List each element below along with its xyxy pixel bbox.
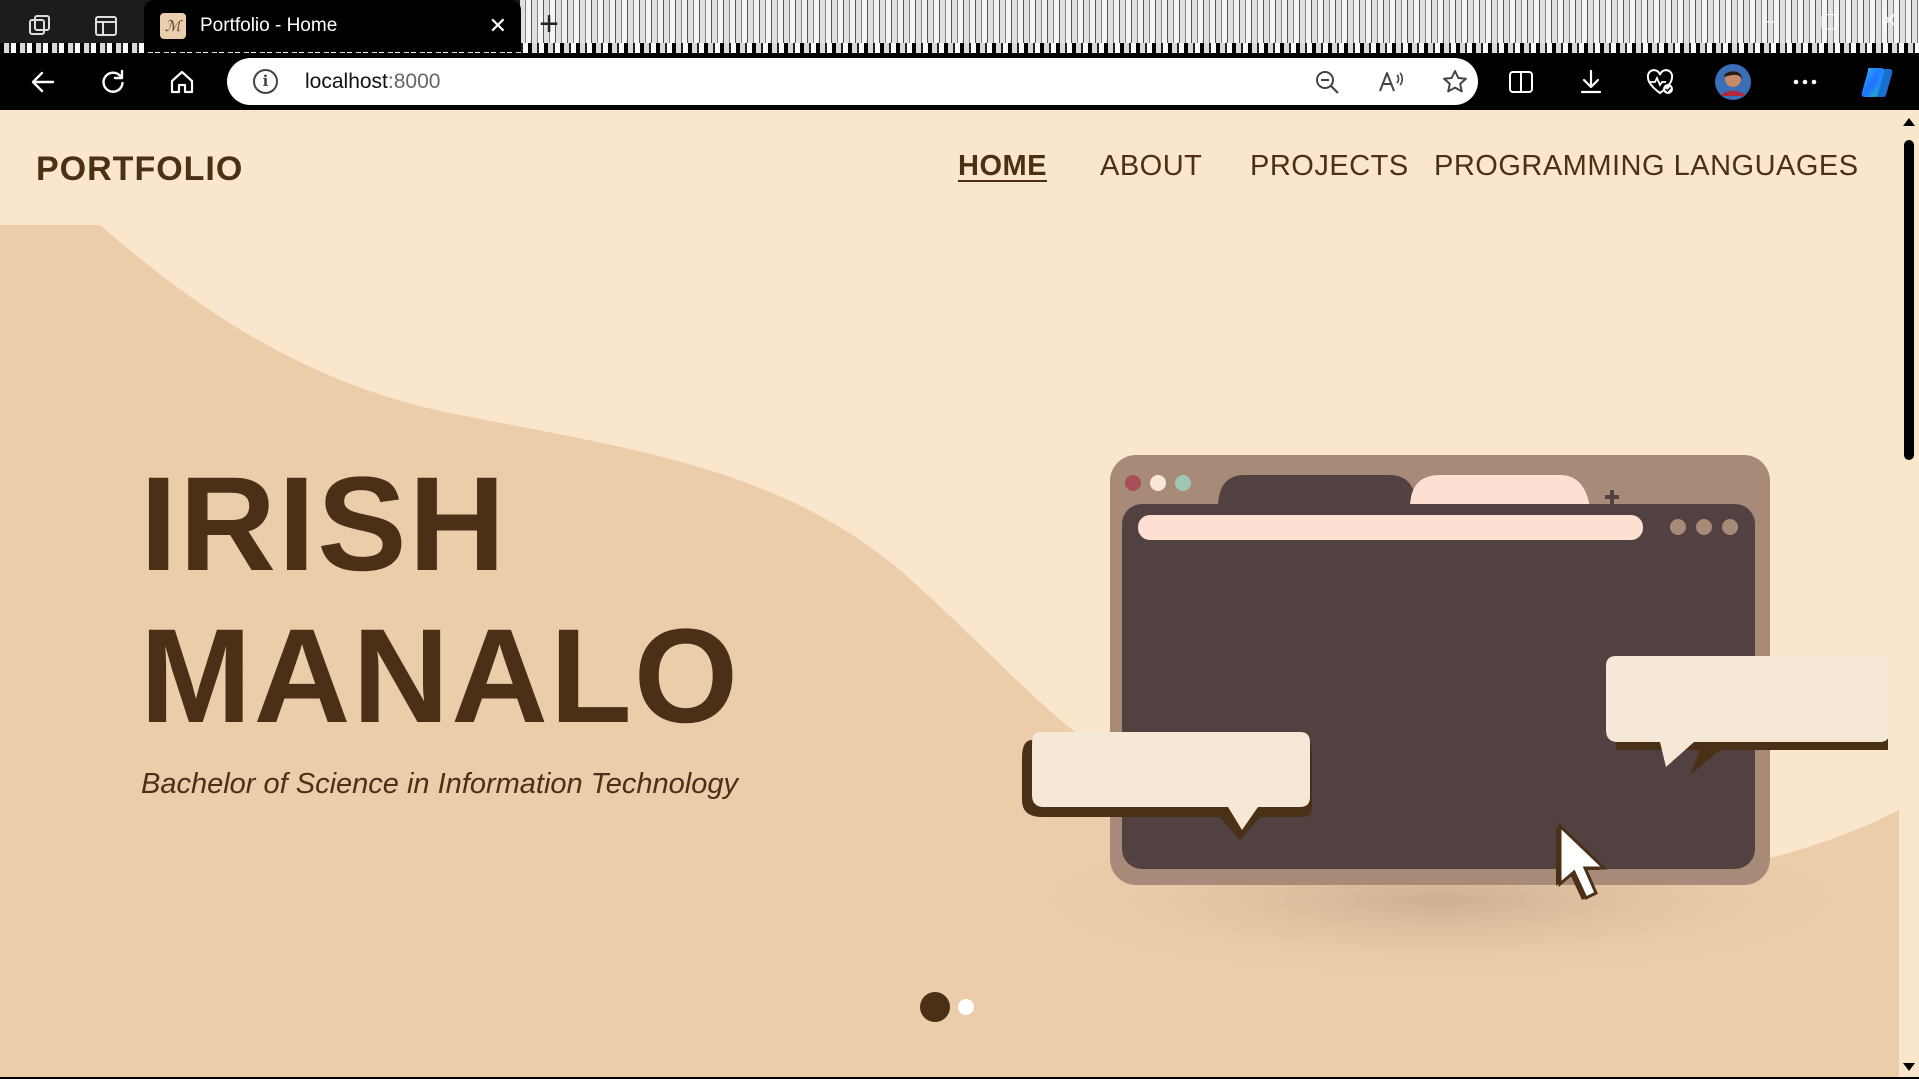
favicon-icon: ℳ (160, 13, 186, 39)
browser-essentials-icon[interactable] (1641, 63, 1679, 101)
scroll-down-arrow[interactable] (1903, 1063, 1915, 1071)
url-text[interactable]: localhost:8000 (305, 70, 440, 94)
tab-portfolio-home[interactable]: ℳ Portfolio - Home ✕ (144, 0, 521, 52)
read-aloud-icon[interactable] (1375, 66, 1407, 98)
page-scrollbar[interactable] (1899, 110, 1919, 1079)
illustration-tab-light (1410, 475, 1590, 508)
browser-chat-illustration (1020, 455, 1890, 980)
copilot-icon[interactable] (1858, 63, 1896, 101)
downloads-icon[interactable] (1572, 63, 1610, 101)
hero-last-name: MANALO (140, 602, 741, 751)
carousel-dot-1[interactable] (920, 992, 950, 1022)
site-info-icon[interactable]: i (253, 69, 278, 94)
site-navbar: PORTFOLIO HOME ABOUT PROJECTS PROGRAMMIN… (0, 110, 1899, 225)
favorite-star-icon[interactable] (1439, 66, 1471, 98)
window-dot-red (1125, 475, 1141, 491)
site-logo[interactable]: PORTFOLIO (36, 150, 243, 189)
hero-subtitle: Bachelor of Science in Information Techn… (141, 768, 739, 800)
carousel-indicators (920, 992, 974, 1022)
back-icon[interactable] (24, 63, 62, 101)
split-screen-icon[interactable] (1502, 63, 1540, 101)
browser-toolbar: i localhost:8000 (0, 53, 1919, 110)
scroll-thumb[interactable] (1904, 140, 1914, 460)
new-tab-button[interactable]: + (533, 7, 565, 41)
page-viewport: PORTFOLIO HOME ABOUT PROJECTS PROGRAMMIN… (0, 110, 1899, 1079)
profile-avatar[interactable] (1714, 63, 1752, 101)
address-bar[interactable]: i localhost:8000 (227, 58, 1478, 105)
nav-projects[interactable]: PROJECTS (1250, 150, 1409, 183)
zoom-out-icon[interactable] (1311, 66, 1343, 98)
workspaces-icon[interactable] (24, 10, 56, 42)
refresh-icon[interactable] (94, 63, 132, 101)
nav-home[interactable]: HOME (958, 150, 1047, 183)
nav-programming-languages[interactable]: PROGRAMMING LANGUAGES (1434, 150, 1859, 183)
tab-title: Portfolio - Home (200, 15, 338, 36)
window-dot-green (1175, 475, 1191, 491)
home-icon[interactable] (163, 63, 201, 101)
window-controls: – ▢ ✕ (1739, 0, 1919, 43)
close-window-icon[interactable]: ✕ (1859, 0, 1919, 43)
hero-first-name: IRISH (140, 450, 508, 599)
window-dot-cream (1150, 475, 1166, 491)
minimize-icon[interactable]: – (1739, 0, 1799, 43)
nav-about[interactable]: ABOUT (1100, 150, 1202, 183)
illustration-address-bar (1138, 515, 1643, 540)
illustration-tab-dark (1218, 475, 1420, 508)
tab-actions-icon[interactable] (90, 10, 122, 42)
browser-tab-strip: ℳ Portfolio - Home ✕ + – ▢ ✕ (0, 0, 1919, 53)
scroll-up-arrow[interactable] (1903, 118, 1915, 126)
more-options-icon[interactable] (1786, 63, 1824, 101)
carousel-dot-2[interactable] (958, 999, 974, 1015)
maximize-icon[interactable]: ▢ (1799, 0, 1859, 43)
close-tab-icon[interactable]: ✕ (489, 13, 507, 39)
